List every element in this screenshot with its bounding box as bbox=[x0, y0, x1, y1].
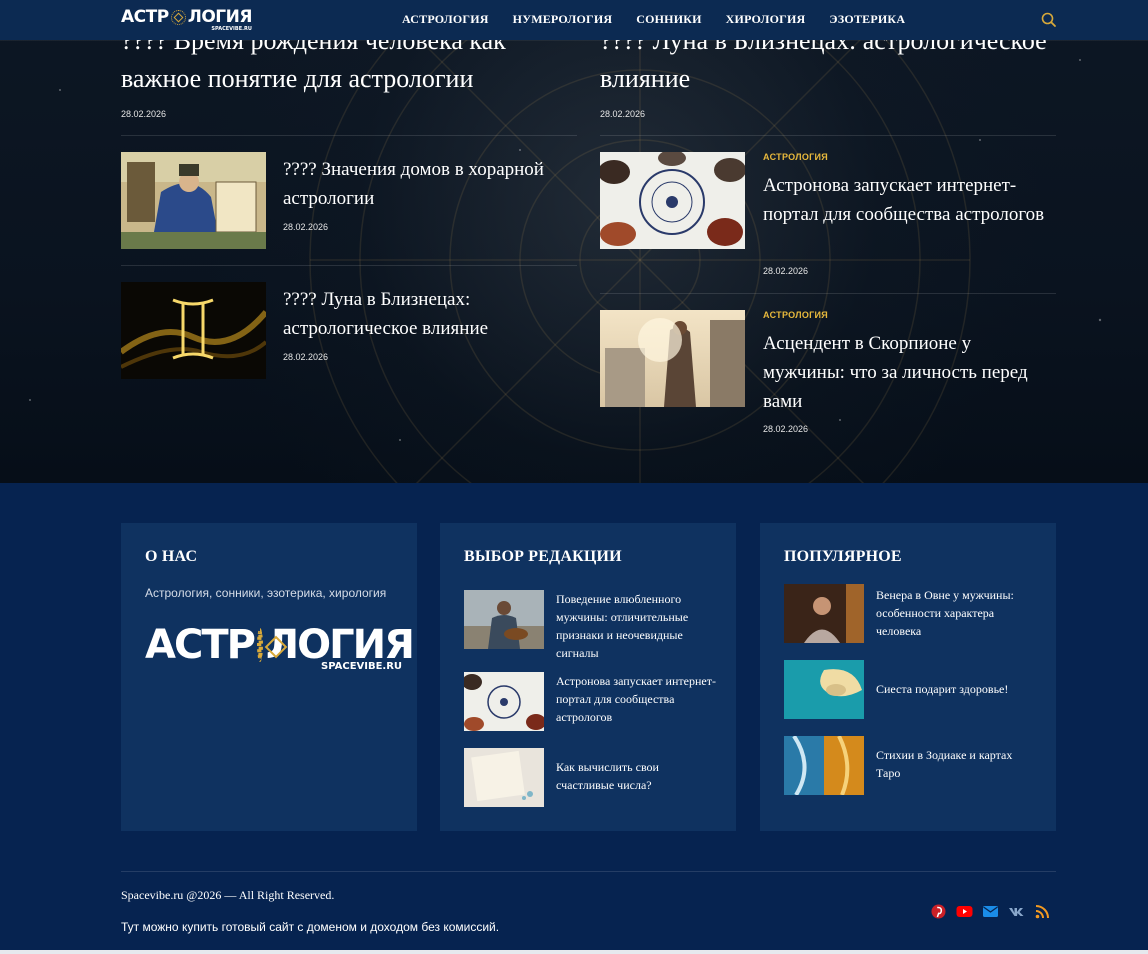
search-icon[interactable] bbox=[1040, 11, 1058, 29]
widget-title: ПОПУЛЯРНОЕ bbox=[784, 548, 902, 565]
post-date: 28.02.2026 bbox=[283, 352, 329, 362]
divider bbox=[121, 265, 577, 266]
site-logo[interactable]: АСТР ЛОГИЯ SPACEVIBE.RU bbox=[121, 7, 252, 33]
item-thumbnail[interactable] bbox=[464, 672, 544, 731]
post-thumbnail-astronova[interactable] bbox=[600, 152, 745, 249]
item-title[interactable]: Как вычислить свои счастливые числа? bbox=[556, 758, 716, 794]
post-date: 28.02.2026 bbox=[121, 109, 167, 119]
logo-zodiac-icon bbox=[256, 628, 263, 662]
divider bbox=[600, 293, 1056, 294]
rss-icon[interactable] bbox=[1034, 903, 1051, 920]
item-title[interactable]: Стихии в Зодиаке и картах Таро bbox=[876, 746, 1036, 782]
post-date: 28.02.2026 bbox=[763, 266, 809, 276]
list-item[interactable]: Астронова запускает интернет-портал для … bbox=[464, 672, 724, 732]
youtube-icon[interactable] bbox=[956, 903, 973, 920]
list-item[interactable]: Как вычислить свои счастливые числа? bbox=[464, 748, 724, 808]
page-bottom-border bbox=[0, 950, 1148, 954]
post-date: 28.02.2026 bbox=[283, 222, 329, 232]
social-links bbox=[930, 903, 1051, 920]
item-thumbnail[interactable] bbox=[784, 660, 864, 719]
category-label[interactable]: АСТРОЛОГИЯ bbox=[763, 152, 828, 162]
nav-item-dream-books[interactable]: СОННИКИ bbox=[636, 12, 701, 27]
item-thumbnail[interactable] bbox=[464, 748, 544, 807]
list-item[interactable]: Поведение влюбленного мужчины: отличител… bbox=[464, 590, 724, 660]
divider bbox=[121, 135, 577, 136]
post-thumbnail-gemini[interactable] bbox=[121, 282, 266, 379]
nav-item-astrology[interactable]: АСТРОЛОГИЯ bbox=[402, 12, 489, 27]
copyright-text: Spacevibe.ru @2026 — All Right Reserved. bbox=[121, 888, 335, 902]
nav-item-numerology[interactable]: НУМЕРОЛОГИЯ bbox=[513, 12, 613, 27]
item-title[interactable]: Сиеста подарит здоровье! bbox=[876, 680, 1036, 698]
item-title[interactable]: Поведение влюбленного мужчины: отличител… bbox=[556, 590, 716, 662]
nav-item-esoterics[interactable]: ЭЗОТЕРИКА bbox=[829, 12, 905, 27]
widget-title: О НАС bbox=[145, 548, 198, 565]
widget-editors-choice: ВЫБОР РЕДАКЦИИ Поведение влюбленного муж… bbox=[440, 523, 736, 831]
list-item[interactable]: Венера в Овне у мужчины: особенности хар… bbox=[784, 584, 1044, 644]
divider bbox=[600, 135, 1056, 136]
post-date: 28.02.2026 bbox=[763, 424, 809, 434]
nav-item-palmistry[interactable]: ХИРОЛОГИЯ bbox=[726, 12, 806, 27]
post-title[interactable]: Асцендент в Скорпионе у мужчины: что за … bbox=[763, 329, 1053, 416]
post-thumbnail-houses[interactable] bbox=[121, 152, 266, 249]
logo-text: АСТР bbox=[121, 7, 169, 27]
post-title[interactable]: ???? Луна в Близнецах: астрологическое в… bbox=[283, 285, 568, 343]
logo-zodiac-icon bbox=[170, 9, 186, 25]
post-title[interactable]: Астронова запускает интернет-портал для … bbox=[763, 171, 1053, 229]
about-description: Астрология, сонники, эзотерика, хирологи… bbox=[145, 586, 387, 600]
logo-text: ЛОГИЯ bbox=[187, 7, 253, 27]
category-label[interactable]: АСТРОЛОГИЯ bbox=[763, 310, 828, 320]
footer: О НАС Астрология, сонники, эзотерика, хи… bbox=[0, 483, 1148, 954]
top-navigation-bar: АСТР ЛОГИЯ SPACEVIBE.RU АСТРОЛОГИЯ НУМЕР… bbox=[0, 0, 1148, 40]
logo-text: АСТР bbox=[145, 622, 256, 668]
item-thumbnail[interactable] bbox=[464, 590, 544, 649]
footer-logo[interactable]: АСТР ЛОГИЯ SPACEVIBE.RU bbox=[145, 622, 415, 675]
item-thumbnail[interactable] bbox=[784, 584, 864, 643]
post-title[interactable]: ???? Значения домов в хорарной астрологи… bbox=[283, 155, 568, 213]
pinterest-icon[interactable] bbox=[930, 903, 947, 920]
vk-icon[interactable] bbox=[1008, 903, 1025, 920]
email-icon[interactable] bbox=[982, 903, 999, 920]
main-menu: АСТРОЛОГИЯ НУМЕРОЛОГИЯ СОННИКИ ХИРОЛОГИЯ… bbox=[390, 12, 917, 27]
logo-subtitle: SPACEVIBE.RU bbox=[321, 661, 403, 672]
widget-popular: ПОПУЛЯРНОЕ Венера в Овне у мужчины: особ… bbox=[760, 523, 1056, 831]
post-date: 28.02.2026 bbox=[600, 109, 646, 119]
hero-section: ???? Время рождения человека как важное … bbox=[0, 0, 1148, 483]
list-item[interactable]: Стихии в Зодиаке и картах Таро bbox=[784, 736, 1044, 796]
widget-about: О НАС Астрология, сонники, эзотерика, хи… bbox=[121, 523, 417, 831]
divider bbox=[121, 871, 1056, 872]
post-thumbnail-ascendant[interactable] bbox=[600, 310, 745, 407]
list-item[interactable]: Сиеста подарит здоровье! bbox=[784, 660, 1044, 720]
widget-title: ВЫБОР РЕДАКЦИИ bbox=[464, 548, 622, 565]
logo-subtitle: SPACEVIBE.RU bbox=[211, 26, 252, 32]
site-sale-link[interactable]: Тут можно купить готовый сайт с доменом … bbox=[121, 920, 499, 934]
item-title[interactable]: Венера в Овне у мужчины: особенности хар… bbox=[876, 586, 1036, 640]
item-title[interactable]: Астронова запускает интернет-портал для … bbox=[556, 672, 716, 726]
item-thumbnail[interactable] bbox=[784, 736, 864, 795]
